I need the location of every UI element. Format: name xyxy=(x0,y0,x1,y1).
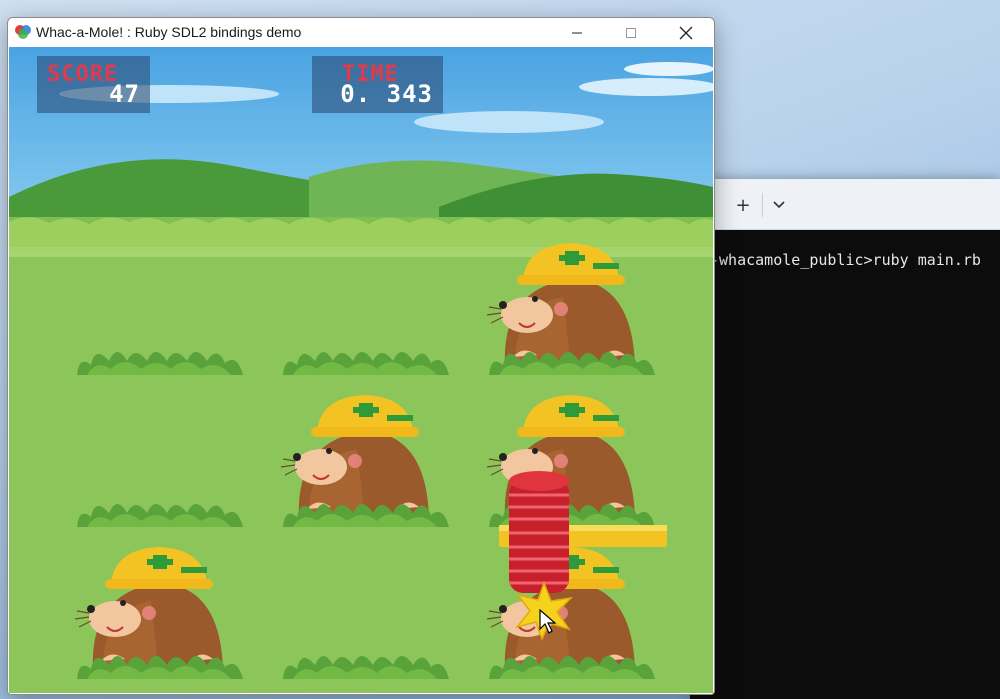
chevron-down-icon[interactable] xyxy=(766,192,792,218)
title-bar[interactable]: Whac-a-Mole! : Ruby SDL2 bindings demo xyxy=(8,18,714,47)
score-panel: SCORE 47 xyxy=(37,56,150,113)
mole-hole-with-mole[interactable] xyxy=(277,379,457,529)
mole-hole[interactable] xyxy=(71,379,251,529)
mole-hole[interactable] xyxy=(277,531,457,681)
time-panel: TIME 0. 343 xyxy=(312,56,443,113)
game-canvas[interactable]: SCORE 47 TIME 0. 343 xyxy=(9,47,713,693)
game-window[interactable]: Whac-a-Mole! : Ruby SDL2 bindings demo S… xyxy=(7,17,715,695)
terminal-command-line: -whacamole_public>ruby main.rb xyxy=(710,251,981,269)
terminal-window[interactable]: + -whacamole_public>ruby main.rb xyxy=(690,179,1000,699)
plus-icon[interactable]: + xyxy=(730,192,756,218)
mole-hole[interactable] xyxy=(277,227,457,377)
minimize-button[interactable] xyxy=(554,18,600,47)
mouse-pointer-icon xyxy=(539,609,557,634)
score-label: SCORE xyxy=(47,62,119,87)
minimize-icon xyxy=(572,32,582,33)
mole-hole-with-mole[interactable] xyxy=(71,531,251,681)
app-icon xyxy=(15,25,31,39)
window-title: Whac-a-Mole! : Ruby SDL2 bindings demo xyxy=(36,24,302,40)
terminal-tabbar: + xyxy=(690,179,1000,230)
mole-hole-with-mole[interactable] xyxy=(483,227,663,377)
mole-hole[interactable] xyxy=(71,227,251,377)
close-icon xyxy=(679,26,693,39)
tab-divider xyxy=(762,193,763,217)
score-value: 47 xyxy=(109,80,140,108)
close-button[interactable] xyxy=(663,18,709,47)
time-value: 0. 343 xyxy=(340,80,433,108)
maximize-button[interactable] xyxy=(608,18,654,47)
maximize-icon xyxy=(626,27,636,38)
